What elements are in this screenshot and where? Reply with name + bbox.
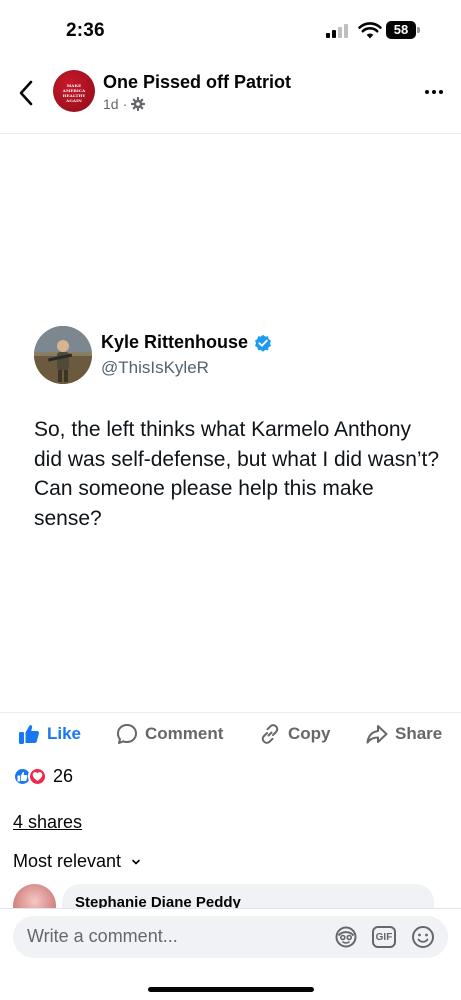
like-button[interactable]: Like <box>18 723 81 745</box>
love-reaction-icon <box>28 767 47 786</box>
tweet-author-row: Kyle Rittenhouse <box>101 332 272 353</box>
share-label: Share <box>395 724 443 743</box>
cellular-signal-icon <box>326 24 350 38</box>
commenter-avatar[interactable] <box>13 884 56 908</box>
share-button[interactable]: Share <box>366 723 442 745</box>
copy-button[interactable]: Copy <box>259 723 331 745</box>
status-time: 2:36 <box>66 20 105 41</box>
page-avatar[interactable]: MAKE AMERICA HEALTHY AGAIN <box>53 70 95 112</box>
comment-bubble-icon <box>117 724 137 744</box>
home-indicator[interactable] <box>148 987 314 992</box>
tweet-author-handle: @ThisIsKyleR <box>101 358 209 377</box>
wifi-icon <box>358 22 382 39</box>
comment-bubble[interactable]: Stephanie Diane Peddy <box>62 884 434 908</box>
comment-placeholder: Write a comment... <box>27 926 178 946</box>
comment-button[interactable]: Comment <box>116 723 223 745</box>
more-options-button[interactable] <box>420 82 448 102</box>
post-header: MAKE AMERICA HEALTHY AGAIN One Pissed of… <box>0 60 461 134</box>
emoji-icon[interactable] <box>410 924 436 950</box>
reaction-summary[interactable]: 26 <box>13 766 73 787</box>
avatar-hat-text: MAKE AMERICA HEALTHY AGAIN <box>62 83 86 103</box>
comment-item: Stephanie Diane Peddy <box>0 880 461 908</box>
battery-level: 58 <box>386 21 416 39</box>
post-meta: 1d · <box>103 96 146 112</box>
reaction-count: 26 <box>53 766 74 786</box>
meta-separator: · <box>122 96 128 112</box>
avatar-sticker-icon[interactable] <box>333 924 359 950</box>
post-age: 1d <box>103 96 119 112</box>
status-bar: 2:36 58 <box>0 0 461 60</box>
post-action-bar: Like Comment Copy Share <box>0 712 461 756</box>
shares-link[interactable]: 4 shares <box>13 812 82 833</box>
like-label: Like <box>47 724 82 743</box>
gear-icon[interactable] <box>131 97 146 111</box>
shared-tweet[interactable]: Kyle Rittenhouse @ThisIsKyleR So, the le… <box>0 134 461 710</box>
comment-label: Comment <box>145 724 224 743</box>
back-button[interactable] <box>12 76 40 110</box>
page-name[interactable]: One Pissed off Patriot <box>103 72 291 93</box>
comment-composer: Write a comment... GIF <box>0 908 461 1000</box>
battery-icon: 58 <box>386 21 420 39</box>
thumbs-up-icon <box>19 725 39 744</box>
verified-badge-icon <box>255 334 272 352</box>
sort-label: Most relevant <box>13 851 122 871</box>
tweet-author-avatar <box>34 326 92 384</box>
share-arrow-icon <box>366 725 388 744</box>
link-icon <box>261 724 279 744</box>
copy-label: Copy <box>288 724 331 743</box>
comment-input[interactable]: Write a comment... GIF <box>13 916 448 958</box>
gif-icon[interactable]: GIF <box>371 924 397 950</box>
chevron-down-icon <box>132 859 140 864</box>
chevron-left-icon <box>19 80 33 106</box>
tweet-author-name: Kyle Rittenhouse <box>101 332 249 352</box>
commenter-name[interactable]: Stephanie Diane Peddy <box>75 894 241 908</box>
comment-sort-dropdown[interactable]: Most relevant <box>13 851 141 872</box>
tweet-text: So, the left thinks what Karmelo Anthony… <box>34 418 440 530</box>
